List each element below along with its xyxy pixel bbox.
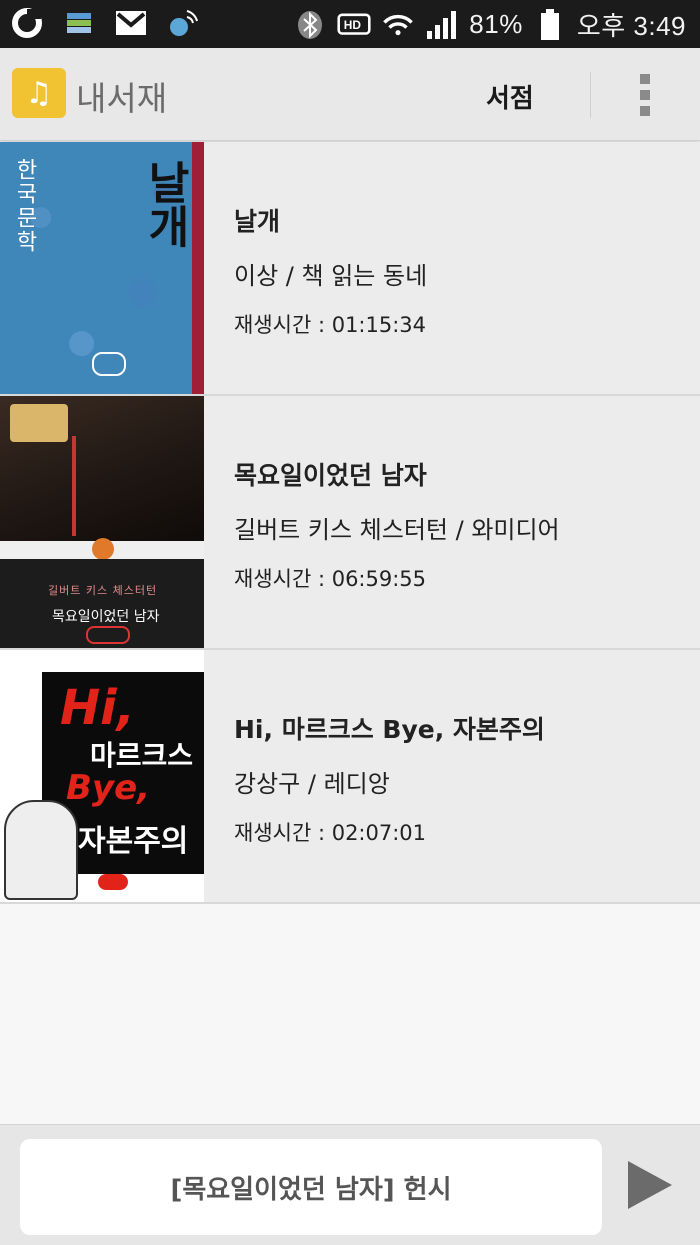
- publisher-logo-icon: [86, 626, 130, 644]
- page-title: 내서재: [76, 79, 168, 118]
- list-item[interactable]: Hi, 마르크스 Bye, 자본주의 Hi, 마르크스 Bye, 자본주의 강상…: [0, 650, 700, 904]
- book-list: 한국문학 날개 날개 이상 / 책 읽는 동네 재생시간 : 01:15:34 …: [0, 142, 700, 904]
- wifi-icon: [381, 8, 415, 42]
- book-play-time: 재생시간 : 06:59:55: [234, 567, 427, 591]
- status-bar-notifications: [10, 6, 200, 40]
- cover-hi: Hi,: [60, 680, 135, 736]
- publisher-logo-icon: [92, 352, 126, 376]
- book-author: 이상 / 책 읽는 동네: [234, 262, 428, 290]
- store-button[interactable]: 서점: [486, 74, 534, 118]
- cover-capital: 자본주의: [78, 824, 189, 859]
- list-item[interactable]: 길버트 키스 체스터턴 목요일이었던 남자 목요일이었던 남자 길버트 키스 체…: [0, 396, 700, 650]
- book-play-time: 재생시간 : 01:15:34: [234, 313, 427, 337]
- battery-percent: 81%: [469, 9, 523, 39]
- cover-series: 한국문학: [12, 158, 37, 254]
- app-bar: ♫ 내서재 서점: [0, 48, 700, 141]
- hd-icon: HD: [337, 8, 371, 42]
- o-app-icon: [10, 6, 44, 40]
- status-bar: HD 81% 오후 3:49: [0, 0, 700, 48]
- book-play-time: 재생시간 : 02:07:01: [234, 821, 427, 845]
- book-author: 길버트 키스 체스터턴 / 와미디어: [234, 516, 560, 544]
- mini-player: [목요일이었던 남자] 헌시: [0, 1124, 700, 1245]
- penguin-logo-icon: [92, 538, 114, 560]
- appbar-divider: [590, 72, 591, 118]
- overflow-menu-icon[interactable]: [630, 70, 660, 120]
- battery-icon: [533, 8, 567, 42]
- book-cover: 한국문학 날개: [0, 142, 204, 394]
- status-bar-system: HD 81% 오후 3:49: [293, 6, 686, 43]
- portrait-illustration: [4, 800, 78, 900]
- play-icon[interactable]: [628, 1161, 672, 1209]
- cover-title: 목요일이었던 남자: [52, 609, 160, 625]
- cover-bye: Bye,: [66, 768, 151, 808]
- list-item[interactable]: 한국문학 날개 날개 이상 / 책 읽는 동네 재생시간 : 01:15:34: [0, 142, 700, 396]
- cover-author: 길버트 키스 체스터턴: [48, 584, 158, 597]
- status-time: 오후 3:49: [576, 11, 686, 41]
- book-cover: 길버트 키스 체스터턴 목요일이었던 남자: [0, 396, 204, 648]
- publisher-logo-icon: [98, 874, 128, 890]
- gmail-icon: [114, 6, 148, 40]
- music-book-icon: ♫: [12, 68, 66, 118]
- book-author: 강상구 / 레디앙: [234, 770, 390, 798]
- signal-app-icon: [166, 6, 200, 40]
- book-title: 목요일이었던 남자: [234, 461, 427, 490]
- cover-title: 날개: [139, 160, 190, 248]
- now-playing-label[interactable]: [목요일이었던 남자] 헌시: [20, 1139, 602, 1235]
- bluetooth-icon: [293, 8, 327, 42]
- book-title: Hi, 마르크스 Bye, 자본주의: [234, 715, 545, 744]
- book-title: 날개: [234, 207, 281, 236]
- cell-signal-icon: [425, 8, 459, 42]
- sync-icon: [62, 6, 96, 40]
- book-cover: Hi, 마르크스 Bye, 자본주의: [0, 650, 204, 902]
- svg-text:HD: HD: [344, 18, 362, 32]
